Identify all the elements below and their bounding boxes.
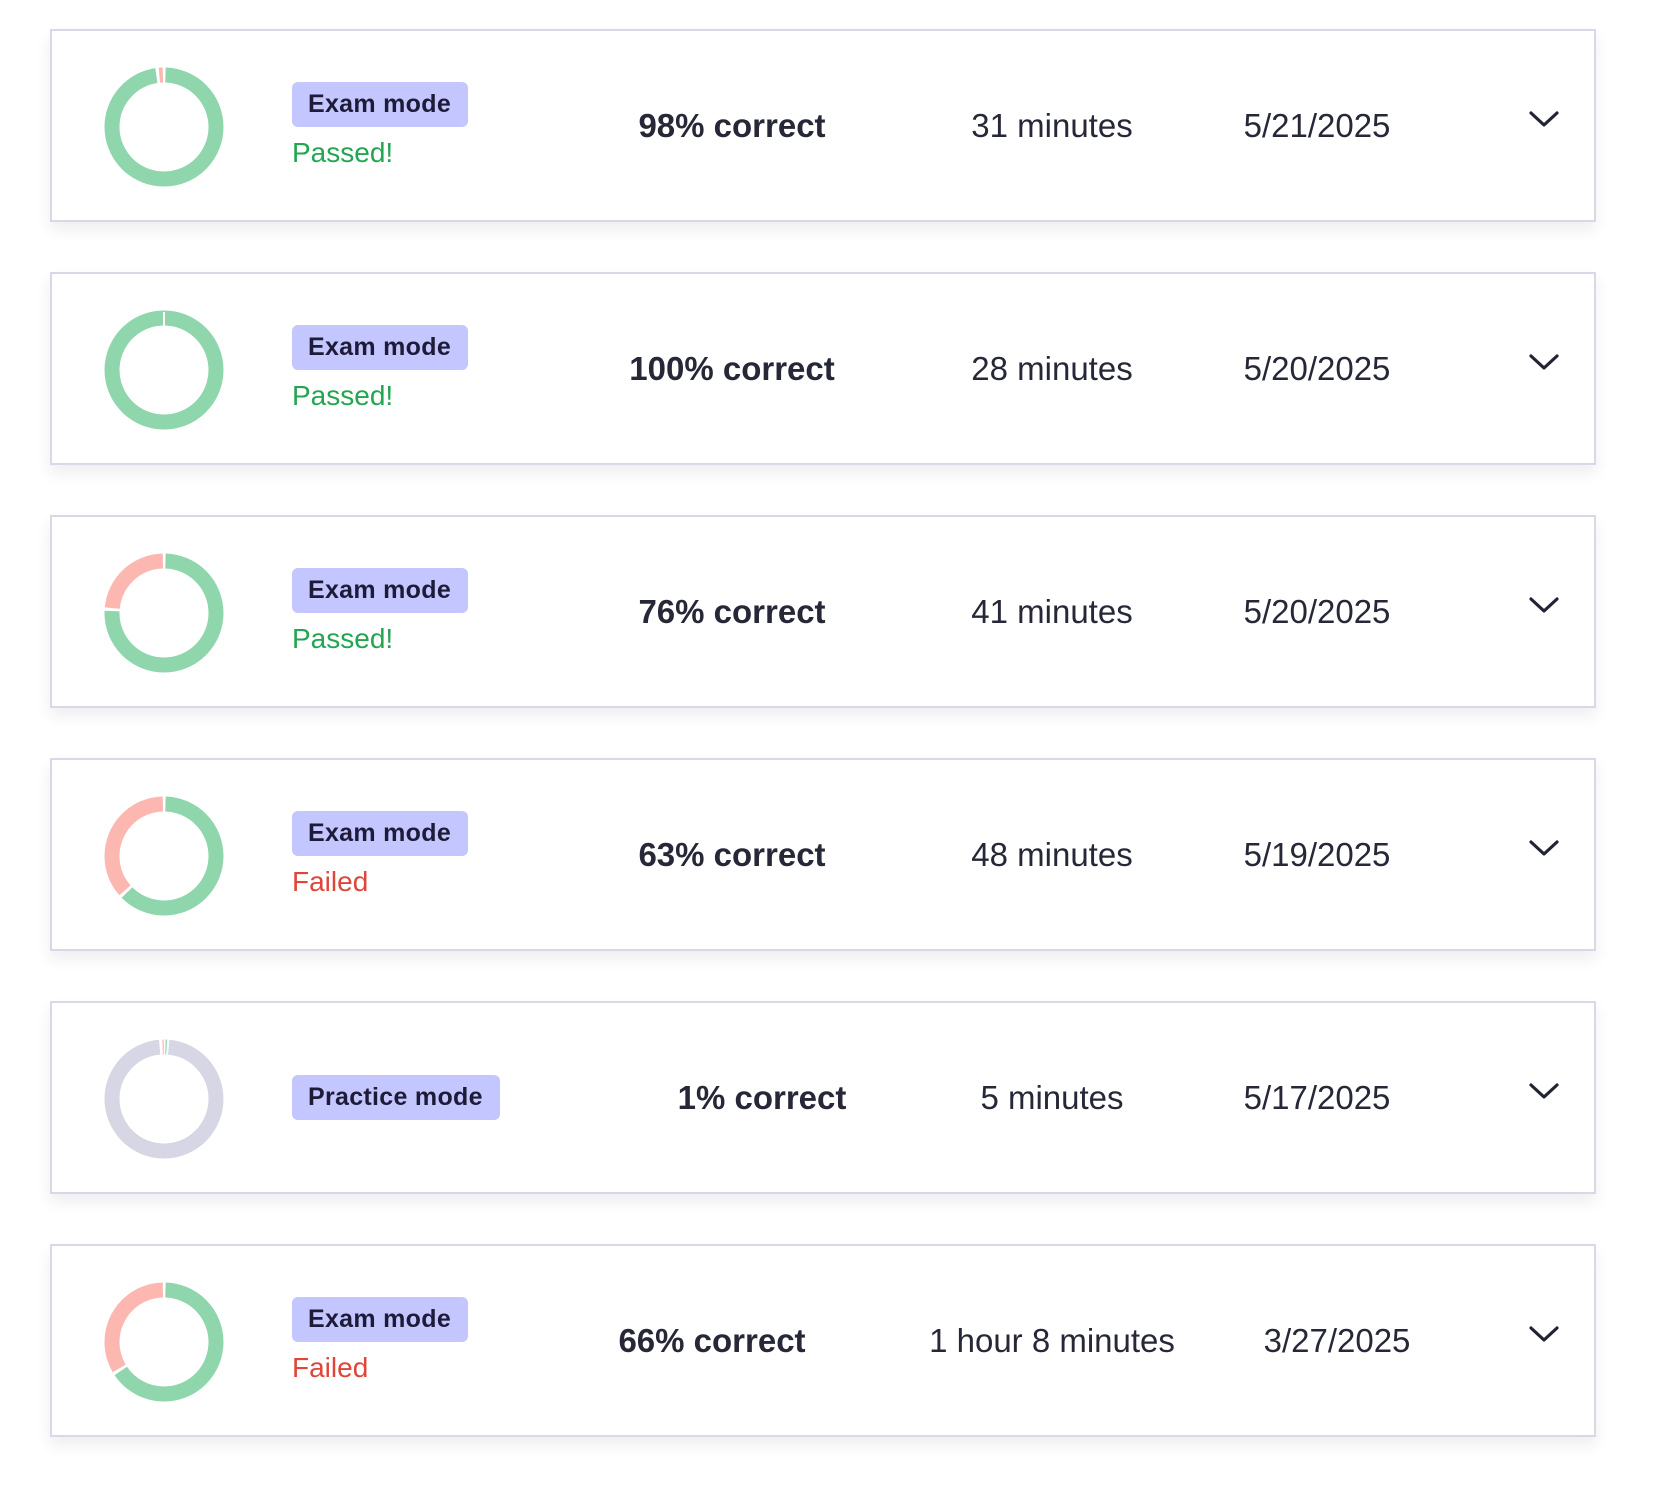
expand-button[interactable] <box>1522 583 1566 627</box>
mode-column: Exam mode Failed <box>292 760 469 949</box>
attempt-card[interactable]: Exam mode Passed! 76% correct 41 minutes… <box>50 515 1596 708</box>
mode-column: Exam mode Passed! <box>292 517 469 706</box>
unanswered-segment <box>104 1039 224 1159</box>
donut-svg <box>104 310 224 430</box>
chevron-down-icon <box>1528 595 1560 615</box>
chevron-down-icon <box>1528 838 1560 858</box>
mode-column: Exam mode Passed! <box>292 274 469 463</box>
mode-badge: Exam mode <box>292 1297 469 1342</box>
score-donut-chart <box>104 1039 224 1159</box>
duration-text: 28 minutes <box>971 349 1133 387</box>
score-text: 100% correct <box>629 349 835 387</box>
correct-segment <box>104 67 224 187</box>
expand-button[interactable] <box>1522 1069 1566 1113</box>
attempt-card[interactable]: Practice mode 1% correct 5 minutes 5/17/… <box>50 1001 1596 1194</box>
mode-badge: Exam mode <box>292 82 469 127</box>
score-text: 1% correct <box>677 1078 847 1116</box>
duration-text: 41 minutes <box>971 592 1133 630</box>
attempt-card[interactable]: Exam mode Failed 66% correct 1 hour 8 mi… <box>50 1244 1596 1437</box>
score-donut-chart <box>104 67 224 187</box>
mode-column: Exam mode Failed <box>292 1246 469 1435</box>
donut-svg <box>104 1282 224 1402</box>
date-text: 5/20/2025 <box>1243 592 1391 630</box>
date-text: 5/19/2025 <box>1243 835 1391 873</box>
attempt-card[interactable]: Exam mode Passed! 100% correct 28 minute… <box>50 272 1596 465</box>
attempt-history-list: Exam mode Passed! 98% correct 31 minutes… <box>50 29 1596 1487</box>
attempt-card[interactable]: Exam mode Failed 63% correct 48 minutes … <box>50 758 1596 951</box>
status-label: Passed! <box>292 137 394 168</box>
mode-badge: Practice mode <box>292 1075 500 1120</box>
donut-svg <box>104 1039 224 1159</box>
duration-text: 5 minutes <box>980 1078 1124 1116</box>
mode-badge: Exam mode <box>292 568 469 613</box>
date-text: 5/21/2025 <box>1243 106 1391 144</box>
expand-button[interactable] <box>1522 340 1566 384</box>
date-text: 5/20/2025 <box>1243 349 1391 387</box>
score-text: 66% correct <box>618 1321 806 1359</box>
score-text: 98% correct <box>638 106 826 144</box>
attempt-card[interactable]: Exam mode Passed! 98% correct 31 minutes… <box>50 29 1596 222</box>
chevron-down-icon <box>1528 109 1560 129</box>
score-donut-chart <box>104 553 224 673</box>
expand-button[interactable] <box>1522 97 1566 141</box>
score-text: 76% correct <box>638 592 826 630</box>
donut-svg <box>104 796 224 916</box>
expand-button[interactable] <box>1522 1312 1566 1356</box>
score-donut-chart <box>104 1282 224 1402</box>
score-donut-chart <box>104 796 224 916</box>
score-donut-chart <box>104 310 224 430</box>
mode-badge: Exam mode <box>292 325 469 370</box>
duration-text: 1 hour 8 minutes <box>929 1321 1175 1359</box>
mode-column: Exam mode Passed! <box>292 31 469 220</box>
date-text: 3/27/2025 <box>1263 1321 1411 1359</box>
duration-text: 48 minutes <box>971 835 1133 873</box>
mode-column: Practice mode <box>292 1003 500 1192</box>
status-label: Failed <box>292 1352 369 1383</box>
duration-text: 31 minutes <box>971 106 1133 144</box>
chevron-down-icon <box>1528 352 1560 372</box>
chevron-down-icon <box>1528 1324 1560 1344</box>
correct-segment <box>104 310 224 430</box>
status-label: Passed! <box>292 623 394 654</box>
expand-button[interactable] <box>1522 826 1566 870</box>
chevron-down-icon <box>1528 1081 1560 1101</box>
date-text: 5/17/2025 <box>1243 1078 1391 1116</box>
donut-svg <box>104 553 224 673</box>
status-label: Passed! <box>292 380 394 411</box>
donut-svg <box>104 67 224 187</box>
mode-badge: Exam mode <box>292 811 469 856</box>
status-label: Failed <box>292 866 369 897</box>
score-text: 63% correct <box>638 835 826 873</box>
